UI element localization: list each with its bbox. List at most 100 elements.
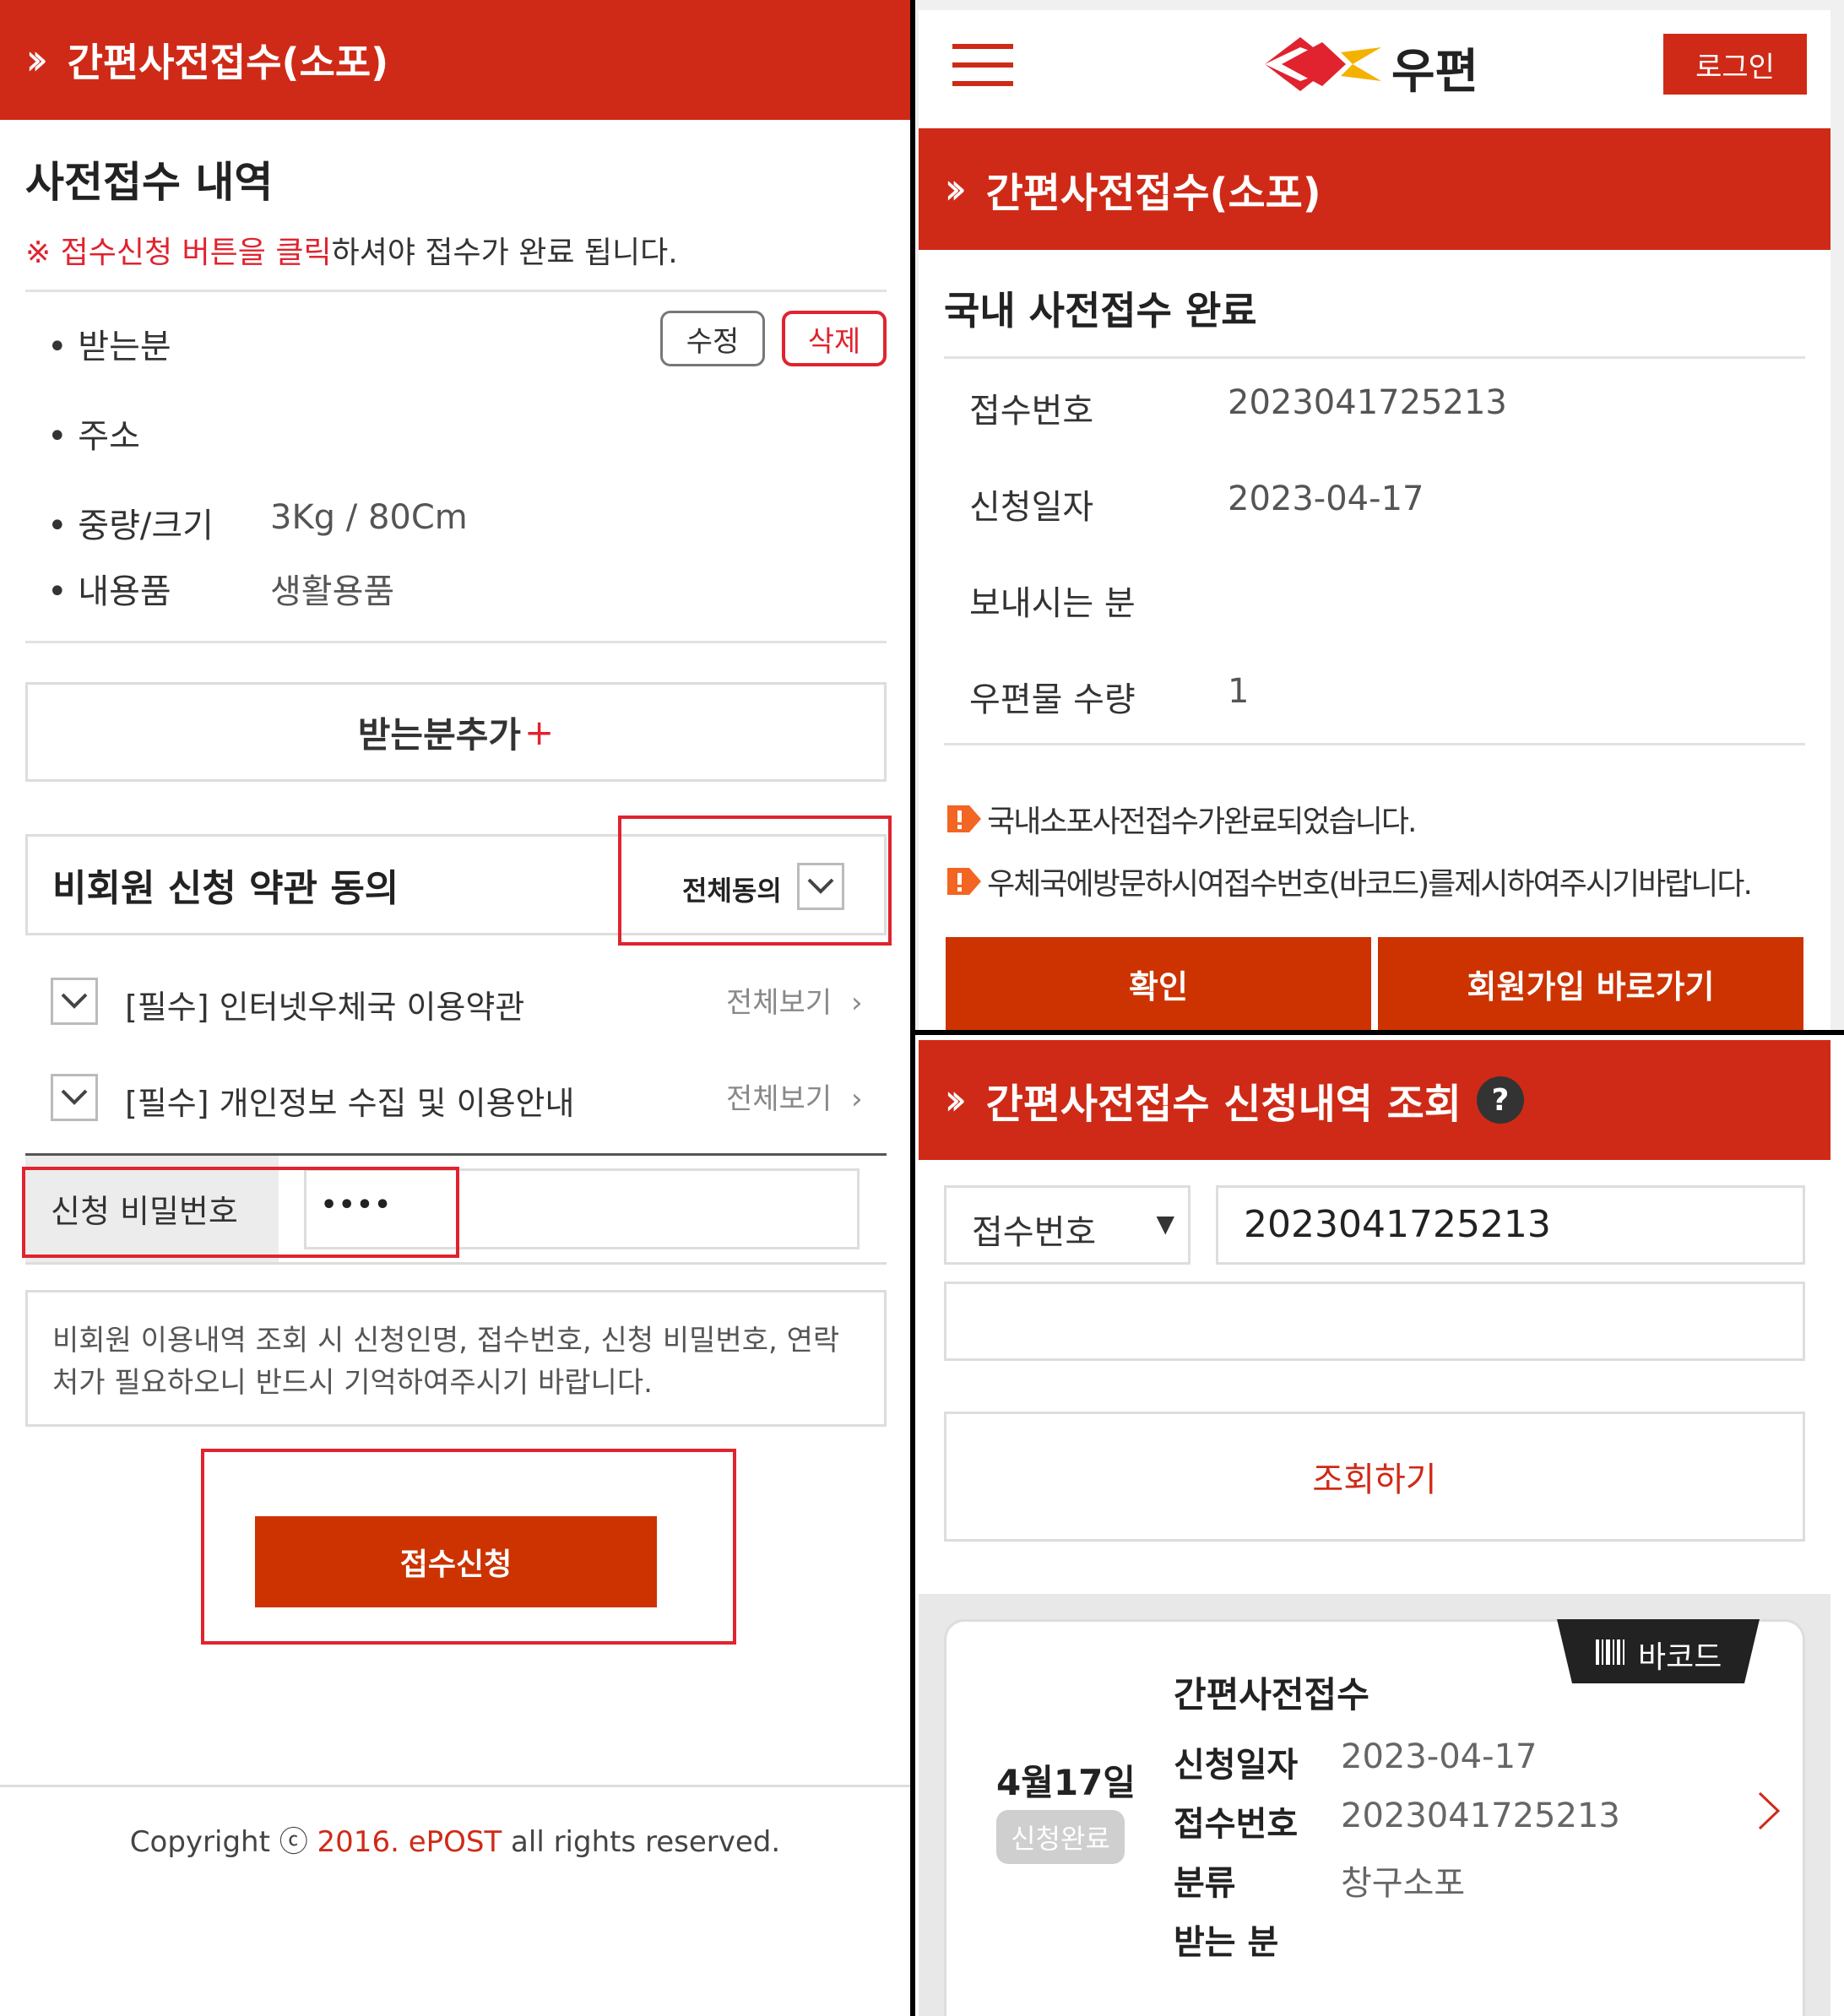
- card-row-label-1: 신청일자: [1174, 1746, 1299, 1785]
- card-date: 4월17일: [996, 1762, 1136, 1803]
- info-text-line1: 비회원 이용내역 조회 시 신청인명, 접수번호, 신청 비밀번호, 연락: [52, 1324, 840, 1358]
- terms-label-2: [필수] 개인정보 수집 및 이용안내: [125, 1085, 575, 1122]
- post-logo-icon: [1265, 37, 1381, 91]
- submit-button[interactable]: 접수신청: [255, 1516, 657, 1607]
- barcode-tab[interactable]: 바코드: [1557, 1619, 1760, 1683]
- left-header: ›› 간편사전접수(소포): [0, 0, 910, 120]
- terms-label-1: [필수] 인터넷우체국 이용약관: [125, 989, 525, 1026]
- row-value-4: 1: [1228, 672, 1250, 711]
- dropdown-arrow-icon: ▼: [1156, 1210, 1174, 1238]
- double-chevron-icon: ››: [944, 1075, 967, 1125]
- check-chevron-icon: [61, 1089, 88, 1105]
- copyright: Copyright ⓒ 2016. ePOST all rights reser…: [0, 1818, 910, 1860]
- chevron-right-icon[interactable]: [1756, 1790, 1782, 1832]
- contents-label: • 내용품: [47, 572, 171, 611]
- address-label: • 주소: [47, 417, 140, 456]
- status-badge: 신청완료: [996, 1810, 1125, 1864]
- divider: [944, 743, 1805, 745]
- section-title: 사전접수 내역: [25, 158, 274, 207]
- search-input[interactable]: 2023041725213: [1216, 1185, 1805, 1265]
- card-row-value-3: 창구소포: [1341, 1864, 1466, 1903]
- copyright-highlight: 2016. ePOST: [317, 1825, 502, 1859]
- select-value: 접수번호: [972, 1213, 1097, 1252]
- view-all-label: 전체보기: [726, 986, 833, 1020]
- highlight-agree-all: [618, 816, 892, 946]
- notice-highlight: 접수신청 버튼을 클릭: [60, 236, 332, 270]
- notice-text: ※ 접수신청 버튼을 클릭하셔야 접수가 완료 됩니다.: [25, 228, 678, 272]
- double-chevron-icon: ››: [944, 164, 967, 214]
- double-chevron-icon: ››: [25, 35, 48, 85]
- search-input-value: 2023041725213: [1244, 1203, 1551, 1246]
- row-value-1: 2023041725213: [1228, 383, 1507, 422]
- row-label-4: 우편물 수량: [969, 680, 1136, 719]
- card-title: 간편사전접수: [1174, 1674, 1369, 1715]
- chevron-right-icon: ›: [850, 1082, 863, 1116]
- receiver-label: • 받는분: [47, 328, 171, 366]
- terms-title: 비회원 신청 약관 동의: [52, 867, 399, 910]
- divider: [944, 356, 1805, 359]
- logo-text: 우편: [1391, 45, 1479, 100]
- card-row-label-2: 접수번호: [1174, 1805, 1299, 1844]
- card-row-value-1: 2023-04-17: [1341, 1737, 1538, 1776]
- highlight-password: [22, 1167, 459, 1258]
- row-label-1: 접수번호: [969, 392, 1094, 431]
- right-top-panel: 우편 로그인 ›› 간편사전접수(소포) 국내 사전접수 완료 접수번호 202…: [915, 0, 1844, 1030]
- right-bottom-panel: ›› 간편사전접수 신청내역 조회 ? 접수번호 ▼ 2023041725213…: [915, 1035, 1844, 2016]
- terms-view-link-1[interactable]: 전체보기 ›: [726, 979, 863, 1021]
- right-top-header: ›› 간편사전접수(소포): [919, 128, 1830, 250]
- epost-logo[interactable]: 우편: [1265, 30, 1510, 100]
- view-all-label: 전체보기: [726, 1082, 833, 1116]
- contents-value: 생활용품: [270, 572, 395, 611]
- info-text-line2: 처가 필요하오니 반드시 기억하여주시기 바랍니다.: [52, 1366, 653, 1400]
- terms-checkbox-1[interactable]: [51, 978, 98, 1025]
- left-panel: ›› 간편사전접수(소포) 사전접수 내역 ※ 접수신청 버튼을 클릭하셔야 접…: [0, 0, 910, 2016]
- secondary-input[interactable]: [944, 1282, 1805, 1361]
- terms-view-link-2[interactable]: 전체보기 ›: [726, 1076, 863, 1117]
- card-row-value-2: 2023041725213: [1341, 1797, 1620, 1835]
- row-label-2: 신청일자: [969, 488, 1094, 527]
- confirm-button[interactable]: 확인: [946, 937, 1371, 1030]
- login-button[interactable]: 로그인: [1663, 34, 1807, 95]
- message-2: 우체국에방문하시여접수번호(바코드)를제시하여주시기바랍니다.: [944, 859, 1753, 903]
- info-box: [25, 1290, 887, 1427]
- weight-value: 3Kg / 80Cm: [270, 498, 468, 537]
- barcode-label: 바코드: [1638, 1640, 1722, 1675]
- right-bottom-header: ›› 간편사전접수 신청내역 조회 ?: [919, 1040, 1830, 1160]
- page-title: 간편사전접수 신청내역 조회: [985, 1081, 1462, 1128]
- chevron-right-icon: ›: [850, 986, 863, 1020]
- message-text: 국내소포사전접수가완료되었습니다.: [987, 805, 1417, 839]
- hamburger-menu-icon[interactable]: [952, 44, 1013, 86]
- row-value-2: 2023-04-17: [1228, 480, 1424, 518]
- divider: [25, 641, 887, 643]
- message-text: 우체국에방문하시여접수번호(바코드)를제시하여주시기바랍니다.: [987, 867, 1753, 902]
- page-title: 간편사전접수(소포): [985, 170, 1321, 217]
- signup-button[interactable]: 회원가입 바로가기: [1378, 937, 1803, 1030]
- help-icon[interactable]: ?: [1476, 1076, 1524, 1124]
- message-1: 국내소포사전접수가완료되었습니다.: [944, 797, 1417, 841]
- completion-title: 국내 사전접수 완료: [944, 288, 1257, 333]
- plus-icon: +: [524, 711, 555, 753]
- search-type-select[interactable]: 접수번호 ▼: [944, 1185, 1190, 1265]
- notice-rest: 하셔야 접수가 완료 됩니다.: [331, 236, 678, 270]
- weight-label: • 중량/크기: [47, 507, 214, 545]
- divider: [25, 1262, 887, 1265]
- alert-icon: [947, 805, 981, 832]
- card-row-label-3: 분류: [1174, 1864, 1236, 1903]
- alert-icon: [947, 868, 981, 895]
- divider: [25, 290, 887, 292]
- search-button[interactable]: 조회하기: [944, 1412, 1805, 1542]
- add-receiver-label: 받는분추가: [357, 713, 521, 756]
- edit-button[interactable]: 수정: [660, 311, 765, 366]
- copyright-suffix: all rights reserved.: [502, 1825, 781, 1859]
- notice-mark: ※: [25, 236, 52, 270]
- page-title: 간편사전접수(소포): [67, 40, 389, 85]
- terms-checkbox-2[interactable]: [51, 1074, 98, 1121]
- copyright-prefix: Copyright ⓒ: [129, 1825, 317, 1859]
- row-label-3: 보내시는 분: [969, 584, 1136, 623]
- barcode-icon: [1596, 1639, 1624, 1665]
- add-receiver-button[interactable]: 받는분추가 +: [25, 682, 887, 782]
- card-row-label-4: 받는 분: [1174, 1923, 1279, 1962]
- footer-divider: [0, 1785, 910, 1787]
- delete-button[interactable]: 삭제: [782, 311, 887, 366]
- check-chevron-icon: [61, 993, 88, 1009]
